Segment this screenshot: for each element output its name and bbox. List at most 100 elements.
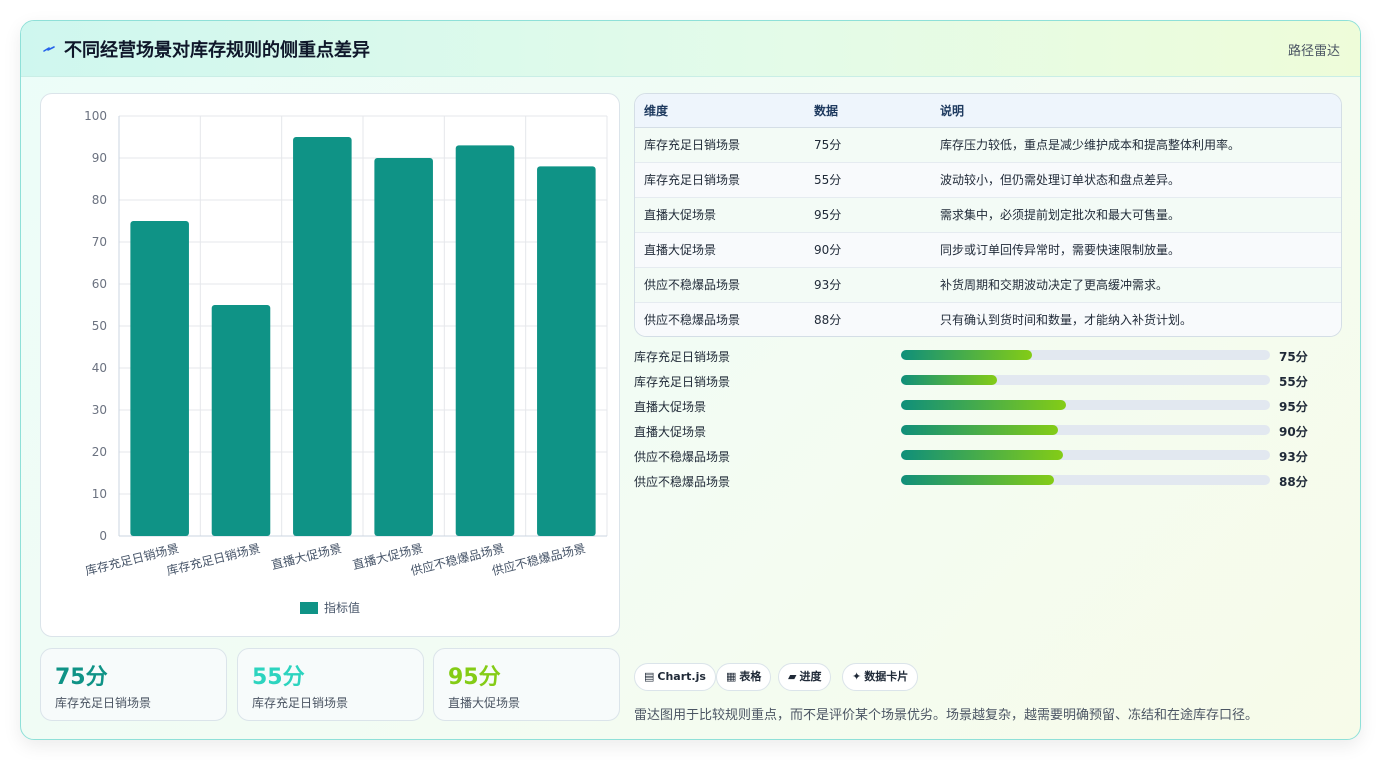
table-cell: 55分 [814,173,842,187]
table-cell: 供应不稳爆品场景 [644,313,741,328]
stat-label: 直播大促场景 [448,696,521,710]
progress-track [901,475,1270,485]
table-row: 库存充足日销场景 75分 库存压力较低，重点是减少维护成本和提高整体利用率。 [635,127,1341,162]
chip-progress[interactable]: ▰ 进度 [778,663,832,691]
sparkle-icon: ✦ [852,670,862,683]
progress-track [901,400,1270,410]
progress-row: 库存充足日销场景 75分 [634,345,1334,365]
chart-icon: ▤ [644,670,655,683]
stat-label: 库存充足日销场景 [55,696,152,710]
bar-chart-panel: 0 10 20 30 40 50 60 70 80 90 100 库存充足日销场景 库存充足日销场景 直播… [40,93,620,637]
column-header-data: 数据 [805,94,931,128]
table-cell: 90分 [814,243,842,257]
y-tick-label: 90 [92,151,107,165]
chip-label: 数据卡片 [864,670,909,683]
progress-label: 供应不稳爆品场景 [634,450,731,464]
chip-label: Chart.js [657,670,706,683]
progress-value: 95分 [1279,400,1308,414]
x-tick-label: 供应不稳爆品场景 [490,540,587,578]
progress-fill [901,350,1032,360]
progress-label: 供应不稳爆品场景 [634,475,731,489]
table-cell: 需求集中，必须提前划定批次和最大可售量。 [940,208,1181,222]
progress-track [901,425,1270,435]
table-row: 供应不稳爆品场景 93分 补货周期和交期波动决定了更高缓冲需求。 [635,267,1341,302]
table-cell: 88分 [814,313,842,328]
y-tick-label: 50 [92,319,107,333]
progress-track [901,450,1270,460]
table-icon: ▦ [726,670,737,683]
card-header: 不同经营场景对库存规则的侧重点差异 路径雷达 [21,21,1360,77]
progress-value: 93分 [1279,450,1308,464]
y-tick-label: 30 [92,403,107,417]
y-tick-label: 100 [84,109,107,123]
chip-chartjs[interactable]: ▤ Chart.js [634,663,716,691]
legend-label: 指标值 [324,600,360,615]
stat-value: 55分 [252,665,305,690]
table-row: 直播大促场景 95分 需求集中，必须提前划定批次和最大可售量。 [635,197,1341,232]
y-tick-label: 10 [92,487,107,501]
lightning-icon [43,46,55,52]
progress-label: 库存充足日销场景 [634,350,731,364]
stat-value: 75分 [55,665,108,690]
stat-card: 95分 直播大促场景 [433,648,620,721]
stat-value: 95分 [448,665,501,690]
progress-icon: ▰ [788,670,797,683]
progress-value: 88分 [1279,475,1308,489]
progress-fill [901,400,1066,410]
data-table: 维度 数据 说明 库存充足日销场景 75分 库存压力较低，重点是减少维护成本和提… [635,94,1341,336]
chip-label: 进度 [799,670,822,683]
progress-value: 55分 [1279,375,1308,389]
progress-value: 75分 [1279,350,1308,364]
table-cell: 波动较小，但仍需处理订单状态和盘点差异。 [940,173,1181,187]
progress-label: 库存充足日销场景 [634,375,731,389]
x-tick-label: 库存充足日销场景 [84,540,181,578]
bar-chart: 0102030405060708090100库存充足日销场景库存充足日销场景 直播… [84,109,608,615]
column-header-description: 说明 [931,94,1341,128]
bar [455,145,515,536]
progress-track [901,350,1270,360]
progress-label: 直播大促场景 [634,400,707,414]
table-cell: 补货周期和交期波动决定了更高缓冲需求。 [940,278,1169,292]
table-cell: 75分 [814,138,842,152]
table-cell: 只有确认到货时间和数量，才能纳入补货计划。 [940,313,1193,328]
progress-fill [901,425,1058,435]
bar [130,221,189,536]
progress-track [901,375,1270,385]
chip-table[interactable]: ▦ 表格 [716,663,772,691]
progress-row: 供应不稳爆品场景 93分 [634,445,1334,465]
x-tick-label: 库存充足日销场景 [165,540,262,578]
y-tick-label: 0 [99,529,107,543]
table-cell: 直播大促场景 [644,208,717,222]
progress-row: 库存充足日销场景 55分 [634,370,1334,390]
table-cell: 库存压力较低，重点是减少维护成本和提高整体利用率。 [940,138,1241,152]
bar [211,305,271,536]
y-tick-label: 80 [92,193,107,207]
footnote-text: 雷达图用于比较规则重点，而不是评价某个场景优劣。场景越复杂，越需要明确预留、冻结… [634,708,1259,723]
path-radar-link[interactable]: 路径雷达 [1288,40,1340,59]
bar [293,137,352,536]
stat-card: 55分 库存充足日销场景 [237,648,424,721]
y-tick-label: 60 [92,277,107,291]
bar [537,166,596,536]
table-cell: 同步或订单回传异常时，需要快速限制放量。 [940,243,1181,257]
table-row: 供应不稳爆品场景 88分 只有确认到货时间和数量，才能纳入补货计划。 [635,302,1341,336]
progress-row: 直播大促场景 90分 [634,420,1334,440]
main-card: 不同经营场景对库存规则的侧重点差异 路径雷达 0 10 20 30 40 50 60 70 80… [20,20,1361,740]
table-cell: 95分 [814,208,842,222]
progress-fill [901,475,1054,485]
chip-label: 表格 [739,670,762,683]
progress-row: 供应不稳爆品场景 88分 [634,470,1334,490]
table-row: 库存充足日销场景 55分 波动较小，但仍需处理订单状态和盘点差异。 [635,162,1341,197]
data-table-panel: 维度 数据 说明 库存充足日销场景 75分 库存压力较低，重点是减少维护成本和提… [634,93,1342,337]
y-tick-label: 70 [92,235,107,249]
chip-data-card[interactable]: ✦ 数据卡片 [842,663,919,691]
bar [374,158,433,536]
progress-fill [901,450,1063,460]
table-cell: 直播大促场景 [644,243,717,257]
stat-label: 库存充足日销场景 [252,696,349,710]
progress-label: 直播大促场景 [634,425,707,439]
page-title: 不同经营场景对库存规则的侧重点差异 [64,40,370,61]
table-cell: 93分 [814,278,842,292]
table-row: 直播大促场景 90分 同步或订单回传异常时，需要快速限制放量。 [635,232,1341,267]
x-tick-label: 直播大促场景 [270,541,343,572]
